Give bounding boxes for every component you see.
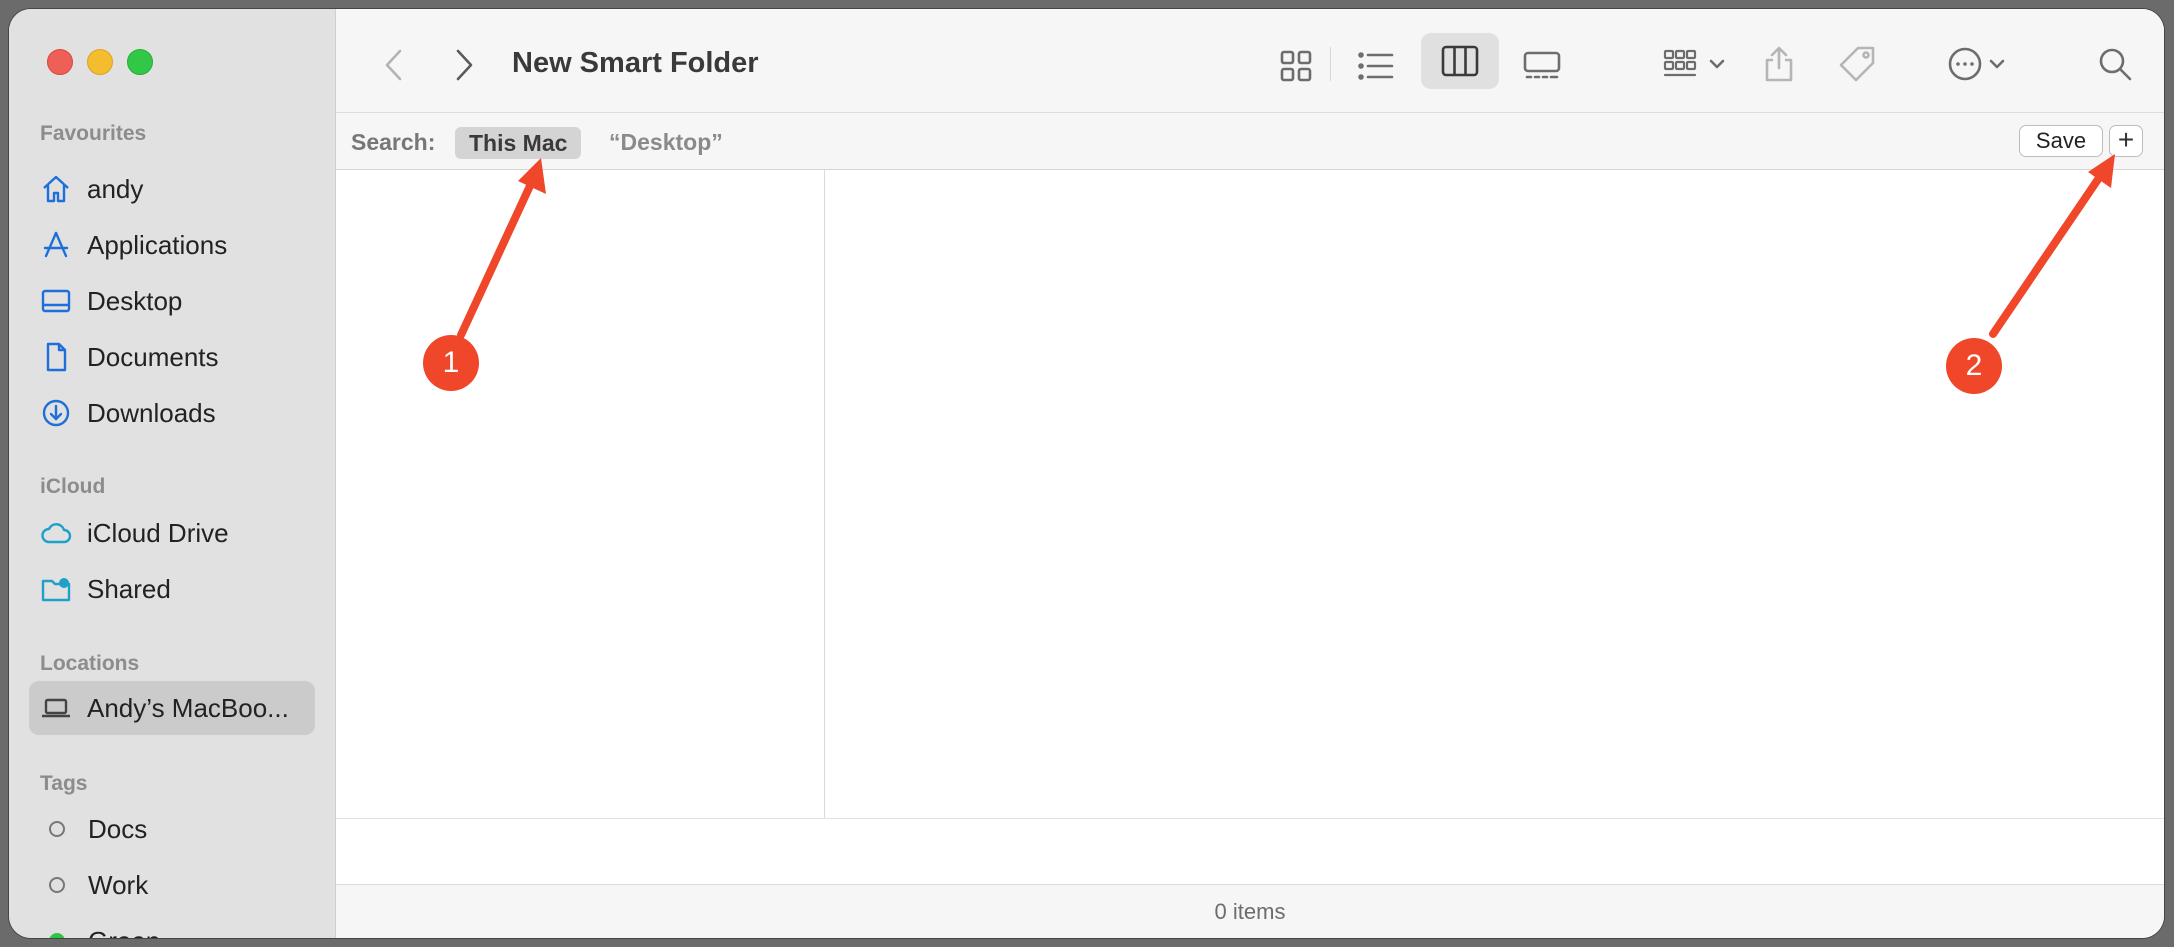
columns-icon (1441, 45, 1479, 77)
search-label: Search: (351, 129, 436, 155)
column-divider[interactable] (824, 170, 825, 818)
tag-icon (1839, 46, 1875, 82)
sidebar-item-label: Work (88, 869, 149, 900)
sidebar-header-favourites: Favourites (40, 122, 147, 145)
search-scope-bar: Search: This Mac “Desktop” Save + (336, 113, 2164, 170)
main-content: New Smart Folder Search: This Mac “Deskt… (336, 9, 2164, 938)
sidebar-header-icloud: iCloud (40, 475, 106, 498)
search-icon (2099, 48, 2132, 81)
cloud-icon (39, 516, 73, 550)
ellipsis-circle-icon (1948, 47, 1982, 81)
tag-circle-icon (49, 877, 65, 893)
sidebar-item-applications[interactable]: Applications (29, 218, 315, 272)
chevron-left-icon (385, 49, 402, 81)
grid-icon (1280, 50, 1312, 82)
tag-green-icon (49, 933, 65, 938)
document-icon (39, 340, 73, 374)
toolbar-separator (1330, 47, 1331, 81)
group-grid-icon (1663, 49, 1697, 77)
gallery-icon (1523, 51, 1561, 79)
group-by-button[interactable] (1654, 41, 1734, 87)
content-divider (336, 818, 2164, 819)
add-criteria-button[interactable]: + (2109, 125, 2143, 157)
annotation-badge-1: 1 (423, 335, 479, 391)
list-view-button[interactable] (1350, 43, 1402, 89)
home-icon (39, 172, 73, 206)
window-title: New Smart Folder (512, 47, 759, 79)
sidebar-item-label: Green (88, 926, 160, 939)
sidebar-item-label: Desktop (87, 285, 183, 316)
tag-button[interactable] (1834, 41, 1880, 87)
sidebar-item-label: Applications (87, 229, 228, 260)
desktop-icon (39, 284, 73, 318)
share-button[interactable] (1756, 41, 1802, 87)
back-button[interactable] (376, 47, 412, 83)
sidebar-item-tag-green[interactable]: Green (29, 914, 315, 938)
sidebar-item-label: Downloads (87, 397, 216, 428)
more-actions-button[interactable] (1936, 41, 2016, 87)
scope-this-mac-button[interactable]: This Mac (455, 127, 582, 159)
finder-window: Favourites andy Applications Desktop Doc… (9, 9, 2164, 938)
sidebar-item-label: andy (87, 173, 144, 204)
chevron-down-icon (1709, 59, 1725, 69)
sidebar-item-icloud-drive[interactable]: iCloud Drive (29, 506, 315, 560)
download-icon (39, 396, 73, 430)
applications-icon (39, 228, 73, 262)
sidebar-header-locations: Locations (40, 652, 140, 675)
column-view-button[interactable] (1421, 33, 1499, 89)
share-icon (1765, 46, 1793, 82)
gallery-view-button[interactable] (1516, 43, 1568, 89)
sidebar-item-tag-docs[interactable]: Docs (29, 802, 315, 856)
sidebar-item-label: Shared (87, 573, 171, 604)
item-count: 0 items (1214, 899, 1286, 924)
sidebar-item-macbook[interactable]: Andy’s MacBoo... (29, 681, 315, 735)
search-button[interactable] (2092, 41, 2138, 87)
forward-button[interactable] (446, 47, 482, 83)
sidebar-item-andy[interactable]: andy (29, 162, 315, 216)
shared-folder-icon (39, 572, 73, 606)
sidebar-header-tags: Tags (40, 772, 88, 795)
sidebar-item-desktop[interactable]: Desktop (29, 274, 315, 328)
list-icon (1358, 52, 1394, 80)
status-bar: 0 items (336, 884, 2164, 938)
laptop-icon (39, 691, 73, 725)
annotation-badge-2: 2 (1946, 338, 2002, 394)
chevron-down-icon (1989, 59, 2005, 69)
tag-circle-icon (49, 821, 65, 837)
close-window-button[interactable] (47, 49, 73, 75)
sidebar-item-label: Documents (87, 341, 219, 372)
sidebar-item-shared[interactable]: Shared (29, 562, 315, 616)
sidebar-item-downloads[interactable]: Downloads (29, 386, 315, 440)
sidebar: Favourites andy Applications Desktop Doc… (9, 9, 336, 938)
sidebar-item-label: iCloud Drive (87, 517, 229, 548)
scope-desktop-button[interactable]: “Desktop” (609, 129, 723, 156)
zoom-window-button[interactable] (127, 49, 153, 75)
sidebar-item-label: Docs (88, 813, 148, 844)
sidebar-item-tag-work[interactable]: Work (29, 858, 315, 912)
minimize-window-button[interactable] (87, 49, 113, 75)
sidebar-item-documents[interactable]: Documents (29, 330, 315, 384)
sidebar-item-label: Andy’s MacBoo... (87, 692, 289, 723)
toolbar: New Smart Folder (336, 9, 2164, 113)
save-button[interactable]: Save (2019, 125, 2103, 157)
icon-view-button[interactable] (1270, 43, 1322, 89)
chevron-right-icon (456, 49, 473, 81)
